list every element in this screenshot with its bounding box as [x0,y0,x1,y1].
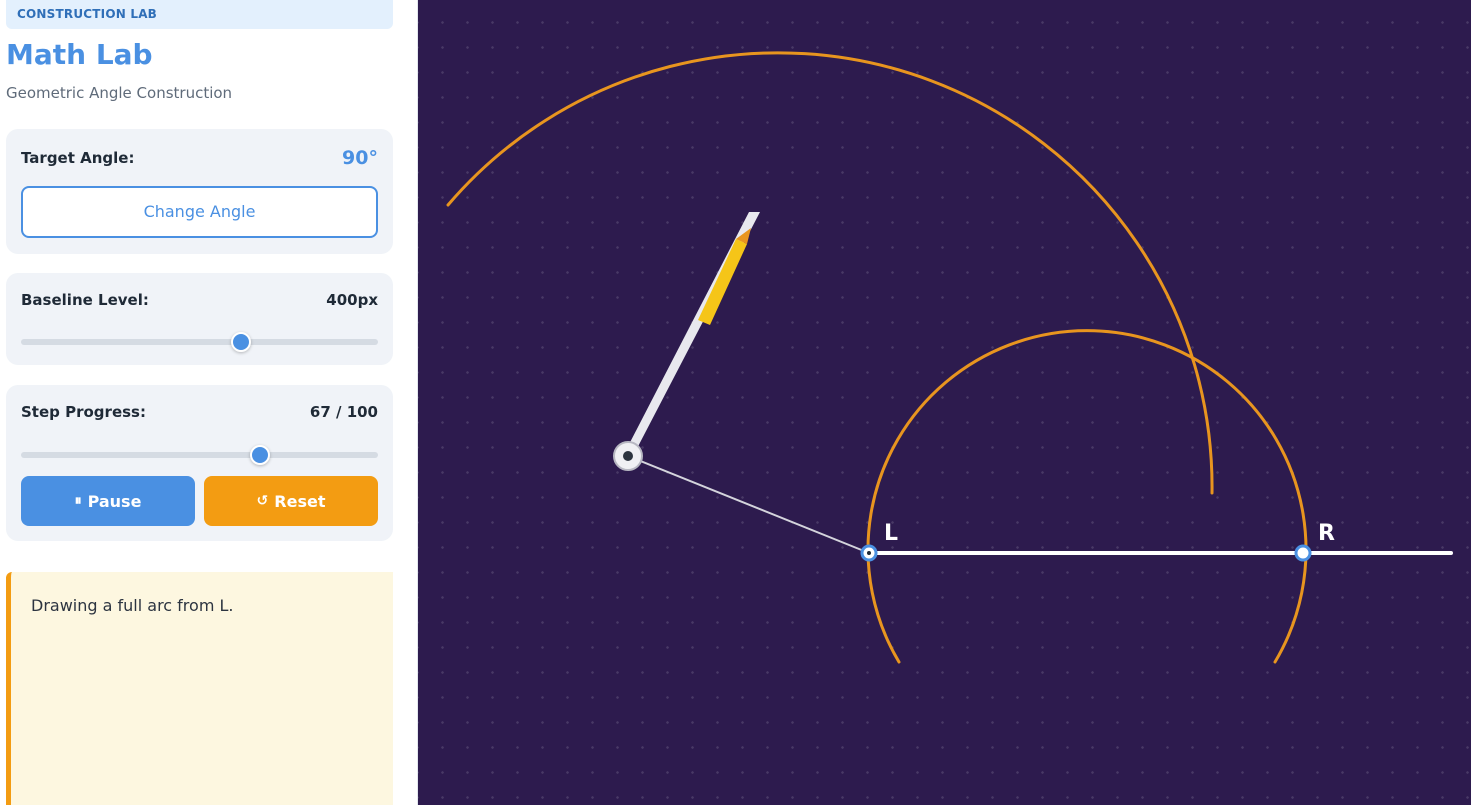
point-r-label: R [1318,521,1335,546]
sidebar: CONSTRUCTION LAB Math Lab Geometric Angl… [0,0,418,805]
point-r[interactable] [1294,544,1312,562]
progress-card: Step Progress: 67 / 100 ⏸ Pause ↺ Reset [6,385,393,541]
instruction-message: Drawing a full arc from L. [31,596,234,615]
reset-icon: ↺ [256,493,269,509]
progress-slider[interactable] [21,444,378,466]
progress-value: 67 / 100 [309,403,378,421]
baseline-card: Baseline Level: 400px [6,273,393,365]
target-angle-card: Target Angle: 90° Change Angle [6,129,393,254]
point-l-center [867,551,871,555]
target-angle-value: 90° [342,147,378,169]
baseline-label: Baseline Level: [21,291,149,309]
baseline-value: 400px [326,291,378,309]
construction-svg: L R [446,51,1453,664]
compass-hinge-center [623,451,633,461]
point-l-label: L [884,521,898,546]
arc-from-midpoint [866,329,1308,664]
progress-slider-track[interactable] [21,452,378,458]
construction-canvas[interactable]: L R [418,0,1471,805]
progress-slider-thumb[interactable] [250,445,271,465]
baseline-row: Baseline Level: 400px [21,291,378,309]
change-angle-button[interactable]: Change Angle [21,186,378,238]
baseline-slider[interactable] [21,331,378,353]
target-angle-row: Target Angle: 90° [21,147,378,169]
reset-button-label: Reset [274,491,326,511]
progress-label: Step Progress: [21,403,146,421]
instruction-message-box: Drawing a full arc from L. [6,572,393,805]
app-root: CONSTRUCTION LAB Math Lab Geometric Angl… [0,0,1471,805]
reset-button[interactable]: ↺ Reset [204,476,378,526]
pause-icon: ⏸ [74,493,82,509]
compass-needle-arm [627,455,870,554]
section-badge: CONSTRUCTION LAB [6,0,393,29]
target-angle-label: Target Angle: [21,149,135,167]
app-subtitle: Geometric Angle Construction [6,84,233,102]
pause-button-label: Pause [87,491,142,511]
app-title: Math Lab [6,38,153,71]
arc-from-l [446,51,1214,495]
progress-row: Step Progress: 67 / 100 [21,403,378,421]
pencil-icon [698,228,751,325]
baseline-slider-thumb[interactable] [230,332,251,352]
baseline-slider-track[interactable] [21,339,378,345]
pause-button[interactable]: ⏸ Pause [21,476,195,526]
